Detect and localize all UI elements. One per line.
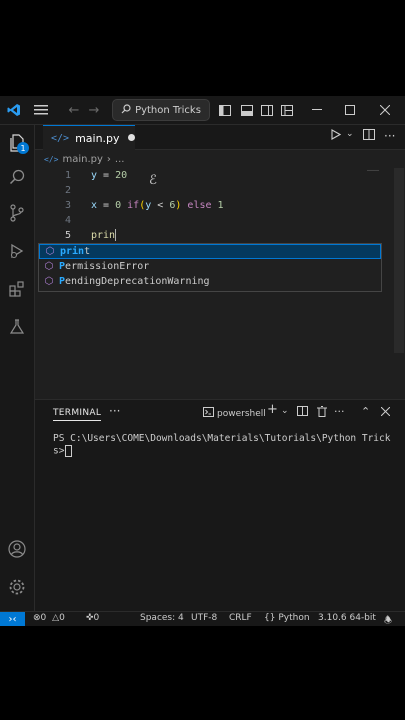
breadcrumb-symbol[interactable]: ... [115, 154, 125, 165]
search-icon [121, 103, 131, 117]
notifications-bell-icon[interactable]: 🕭 [384, 613, 392, 626]
bottom-panel: TERMINAL ··· powershell + ⌄ ··· ⌃ PS C:\… [35, 399, 405, 612]
text-cursor [115, 229, 117, 241]
terminal-dropdown-chevron-icon[interactable]: ⌄ [281, 406, 289, 416]
code-text: y = 20 [91, 170, 128, 181]
indentation-status[interactable]: Spaces: 4 [140, 613, 184, 623]
code-text: x = 0 if(y < 6) else 1 [91, 200, 224, 211]
code-line: 3 x = 0 if(y < 6) else 1 [35, 198, 391, 213]
tab-main-py[interactable]: </> main.py [43, 125, 135, 150]
maximize-icon[interactable] [343, 100, 357, 120]
shell-label: powershell [217, 408, 266, 419]
line-number: 3 [64, 200, 71, 211]
menu-icon[interactable] [32, 100, 50, 120]
python-file-icon: </> [44, 154, 59, 164]
minimize-icon[interactable] [310, 100, 324, 120]
forward-arrow-icon[interactable]: → [86, 100, 102, 120]
command-center-search[interactable]: Python Tricks [112, 99, 210, 121]
explorer-icon[interactable]: 1 [0, 129, 34, 157]
tab-terminal[interactable]: TERMINAL [53, 408, 102, 421]
language-mode-status[interactable]: {} Python [264, 613, 310, 623]
source-control-icon[interactable] [0, 199, 34, 227]
vscode-logo-icon [6, 100, 22, 120]
eol-status[interactable]: CRLF [229, 613, 252, 623]
code-text: prin [91, 229, 117, 241]
code-line: 4 [35, 213, 391, 228]
testing-icon[interactable] [0, 313, 34, 341]
suggestion-item-permissionerror[interactable]: ⬡ PermissionError [39, 259, 381, 274]
search-label: Python Tricks [135, 104, 201, 116]
editor-vertical-scrollbar[interactable] [394, 168, 404, 353]
line-number: 2 [64, 185, 71, 196]
suggestion-item-print[interactable]: ⬡ print [39, 244, 381, 259]
line-number: 1 [64, 170, 71, 181]
remote-indicator-icon[interactable]: ›‹ [0, 612, 25, 626]
line-number: 5 [64, 230, 71, 241]
code-line-current: 5 prin [35, 228, 391, 243]
terminal-output[interactable]: PS C:\Users\COME\Downloads\Materials\Tut… [53, 433, 395, 458]
braces-icon: {} [264, 613, 276, 623]
code-line: 1 y = 20 [35, 168, 391, 183]
settings-gear-icon[interactable] [0, 573, 34, 601]
code-line: 2 [35, 183, 391, 198]
more-actions-icon[interactable]: ··· [334, 405, 345, 418]
split-terminal-icon[interactable] [297, 406, 308, 419]
run-python-file-icon[interactable] [331, 129, 341, 140]
toggle-panel-icon[interactable] [240, 100, 254, 120]
maximize-panel-chevron-up-icon[interactable]: ⌃ [361, 405, 370, 418]
ports-status[interactable]: ✜0 [86, 613, 99, 623]
breadcrumb-separator-icon: › [106, 153, 111, 165]
title-bar: ← → Python Tricks [0, 96, 405, 125]
panel-more-icon[interactable]: ··· [109, 404, 120, 418]
tab-label: main.py [75, 131, 120, 145]
suggestion-item-pendingdeprecationwarning[interactable]: ⬡ PendingDeprecationWarning [39, 274, 381, 289]
editor-tab-bar: </> main.py ⌄ ··· [35, 125, 405, 150]
symbol-method-icon: ⬡ [45, 246, 55, 257]
encoding-status[interactable]: UTF-8 [191, 613, 217, 623]
terminal-cursor [65, 445, 73, 457]
vscode-window: ← → Python Tricks 1 </> main.py ⌄ ··· </… [0, 96, 405, 626]
terminal-icon [203, 407, 214, 420]
symbol-class-icon: ⬡ [44, 276, 54, 287]
error-icon: ⊗ [33, 613, 41, 623]
account-icon[interactable] [0, 535, 34, 563]
toggle-primary-sidebar-icon[interactable] [218, 100, 232, 120]
close-panel-icon[interactable] [380, 406, 391, 419]
python-interpreter-status[interactable]: 3.10.6 64-bit [318, 613, 376, 623]
mouse-ibeam-cursor-icon: ℰ [149, 173, 157, 188]
run-dropdown-chevron-icon[interactable]: ⌄ [346, 129, 354, 139]
close-icon[interactable] [378, 100, 392, 120]
more-actions-icon[interactable]: ··· [384, 129, 395, 143]
autocomplete-suggest-widget: ⬡ print ⬡ PermissionError ⬡ PendingDepre… [38, 243, 382, 292]
toggle-secondary-sidebar-icon[interactable] [260, 100, 274, 120]
line-number: 4 [64, 215, 71, 226]
back-arrow-icon[interactable]: ← [66, 100, 82, 120]
extensions-icon[interactable] [0, 275, 34, 303]
breadcrumb-file[interactable]: main.py [62, 154, 102, 165]
search-icon[interactable] [0, 163, 34, 191]
unsaved-dot-icon[interactable] [128, 134, 135, 141]
problems-status[interactable]: ⊗0 △0 [33, 613, 65, 623]
breadcrumb: </> main.py › ... [44, 151, 124, 167]
activity-bar: 1 [0, 125, 35, 611]
customize-layout-icon[interactable] [280, 100, 294, 120]
symbol-class-icon: ⬡ [44, 261, 54, 272]
run-debug-icon[interactable] [0, 237, 34, 265]
new-terminal-icon[interactable]: + [267, 402, 278, 417]
explorer-badge: 1 [17, 142, 29, 154]
python-file-icon: </> [51, 132, 70, 144]
kill-terminal-trash-icon[interactable] [317, 406, 327, 420]
terminal-instance-powershell[interactable]: powershell [203, 407, 266, 420]
minimap-icon: —— [367, 165, 380, 176]
terminal-prompt-line: PS C:\Users\COME\Downloads\Materials\Tut… [53, 433, 391, 457]
status-bar: ›‹ ⊗0 △0 ✜0 Spaces: 4 UTF-8 CRLF {} Pyth… [0, 611, 405, 626]
broadcast-icon: ✜ [86, 613, 94, 623]
split-editor-icon[interactable] [363, 129, 375, 140]
